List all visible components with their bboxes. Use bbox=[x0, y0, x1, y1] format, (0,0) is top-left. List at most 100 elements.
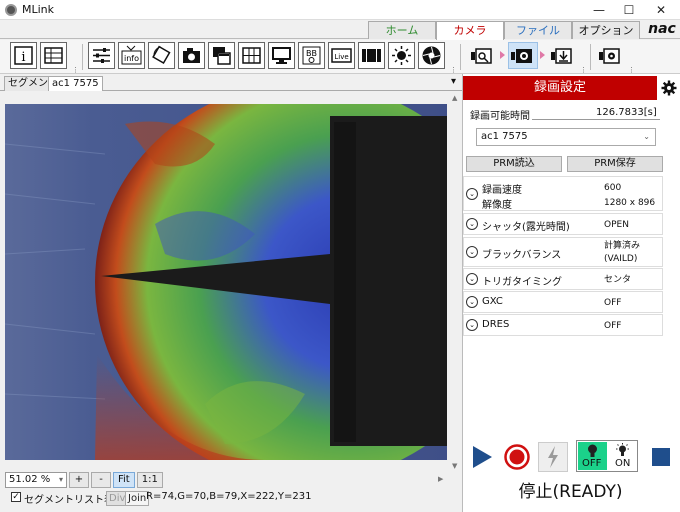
expand-icon[interactable]: ⌄ bbox=[466, 246, 478, 258]
rotate-button[interactable] bbox=[148, 42, 175, 69]
svg-text:BB: BB bbox=[306, 49, 317, 58]
scroll-up-icon[interactable]: ▲ bbox=[452, 94, 457, 102]
camera-download-button[interactable] bbox=[548, 42, 578, 69]
pixel-readout: R=74,G=70,B=79,X=222,Y=231 bbox=[146, 491, 312, 502]
flow-arrow bbox=[500, 51, 505, 59]
light-off-button[interactable]: OFF bbox=[578, 442, 607, 470]
light-on-button[interactable]: ON bbox=[608, 442, 637, 470]
multi-window-button[interactable] bbox=[208, 42, 235, 69]
svg-text:Live: Live bbox=[334, 53, 348, 61]
nac-logo: nac bbox=[648, 21, 676, 37]
scroll-down-icon[interactable]: ▼ bbox=[452, 462, 457, 470]
zoom-out-button[interactable]: - bbox=[91, 472, 111, 488]
tab-options[interactable]: オプション bbox=[572, 21, 640, 39]
tab-camera[interactable]: カメラ bbox=[436, 21, 504, 40]
zoom-fit-button[interactable]: Fit bbox=[113, 472, 135, 488]
status-row: ✓ セグメントリスト表示 Div4 Join R=74,G=70,B=79,X=… bbox=[0, 489, 462, 507]
bulb-off-icon bbox=[588, 444, 597, 457]
multi-window-icon bbox=[213, 47, 231, 65]
app-icon bbox=[5, 4, 17, 16]
trigger-button[interactable] bbox=[538, 442, 568, 472]
camera-settings-icon bbox=[599, 47, 620, 64]
scroll-right-icon[interactable]: ▶ bbox=[438, 475, 443, 483]
tab-file[interactable]: ファイル bbox=[504, 21, 572, 39]
table-button[interactable] bbox=[40, 42, 67, 69]
camera-record-button[interactable] bbox=[508, 42, 538, 69]
prop-trigger-timing[interactable]: ⌄ トリガタイミング センタ bbox=[463, 268, 663, 290]
stop-button[interactable] bbox=[646, 442, 676, 472]
lightning-icon bbox=[548, 446, 558, 468]
prm-load-button[interactable]: PRM読込 bbox=[466, 156, 562, 172]
expand-icon[interactable]: ⌄ bbox=[466, 319, 478, 331]
grid-button[interactable] bbox=[238, 42, 265, 69]
maximize-button[interactable]: ☐ bbox=[614, 0, 644, 20]
panel-settings-button[interactable] bbox=[659, 76, 679, 100]
snapshot-button[interactable] bbox=[178, 42, 205, 69]
prop-value: OPEN bbox=[604, 220, 629, 230]
svg-text:i: i bbox=[21, 50, 25, 65]
info-panel-button[interactable]: info bbox=[118, 42, 145, 69]
tab-home[interactable]: ホーム bbox=[368, 21, 436, 39]
camera-state: 停止(READY) bbox=[518, 482, 623, 502]
flow-arrow bbox=[540, 51, 545, 59]
prop-gxc[interactable]: ⌄ GXC OFF bbox=[463, 291, 663, 313]
camera-frame-image bbox=[5, 104, 447, 460]
expand-icon[interactable]: ⌄ bbox=[466, 188, 478, 200]
segment-list-checkbox[interactable]: ✓ bbox=[11, 492, 21, 502]
camera-search-button[interactable] bbox=[468, 42, 498, 69]
expand-icon[interactable]: ⌄ bbox=[466, 273, 478, 285]
prop-shutter[interactable]: ⌄ シャッタ(露光時間) OPEN bbox=[463, 213, 663, 235]
record-icon bbox=[504, 444, 530, 470]
info-button[interactable]: i bbox=[10, 42, 37, 69]
monitor-icon bbox=[272, 47, 291, 64]
camera-select-value: ac1 7575 bbox=[481, 131, 528, 142]
brightness-button[interactable] bbox=[388, 42, 415, 69]
record-button[interactable] bbox=[502, 442, 532, 472]
close-button[interactable]: ✕ bbox=[646, 0, 676, 20]
zoom-in-button[interactable]: + bbox=[69, 472, 89, 488]
image-viewer[interactable] bbox=[5, 104, 447, 460]
prm-save-button[interactable]: PRM保存 bbox=[567, 156, 663, 172]
live-button[interactable]: Live bbox=[328, 42, 355, 69]
viewer-horizontal-scrollbar[interactable]: ▶ bbox=[158, 474, 448, 486]
tab-segment-ac1[interactable]: ac1 7575 bbox=[48, 76, 103, 91]
record-time-underline bbox=[532, 119, 660, 120]
prop-name: 録画速度 bbox=[482, 185, 522, 196]
light-toggle: OFF ON bbox=[576, 440, 638, 472]
table-icon bbox=[44, 47, 63, 64]
record-time-value: 126.7833[s] bbox=[596, 107, 657, 118]
shutter-button[interactable] bbox=[418, 42, 445, 69]
bb-icon: BB bbox=[302, 46, 321, 65]
prop-name: DRES bbox=[482, 319, 510, 330]
camera-select[interactable]: ac1 7575 ⌄ bbox=[476, 128, 656, 146]
camera-settings-button[interactable] bbox=[596, 42, 626, 69]
camera-download-icon bbox=[551, 47, 572, 64]
expand-icon[interactable]: ⌄ bbox=[466, 296, 478, 308]
play-button[interactable] bbox=[467, 442, 497, 472]
prop-frame-rate[interactable]: ⌄ 録画速度 600 解像度 1280 x 896 bbox=[463, 176, 663, 211]
adjust-button[interactable] bbox=[88, 42, 115, 69]
segment-menu-button[interactable]: ▾ bbox=[451, 76, 456, 87]
rotate-icon bbox=[152, 45, 171, 65]
black-balance-button[interactable]: BB bbox=[298, 42, 325, 69]
info-panel-icon: info bbox=[121, 45, 142, 65]
prop-black-balance[interactable]: ⌄ ブラックバランス 計算済み (VAILD) bbox=[463, 237, 663, 267]
light-on-label: ON bbox=[615, 458, 631, 469]
toolbar-separator bbox=[460, 44, 461, 70]
filmstrip-button[interactable] bbox=[358, 42, 385, 69]
gear-icon bbox=[661, 80, 677, 96]
viewer-vertical-scrollbar[interactable]: ▲ ▼ bbox=[450, 92, 461, 472]
minimize-button[interactable]: — bbox=[584, 0, 614, 20]
zoom-1to1-button[interactable]: 1:1 bbox=[136, 472, 163, 488]
prop-dres[interactable]: ⌄ DRES OFF bbox=[463, 314, 663, 336]
camera-record-icon bbox=[511, 48, 532, 63]
monitor-button[interactable] bbox=[268, 42, 295, 69]
expand-icon[interactable]: ⌄ bbox=[466, 218, 478, 230]
toolbar: i ⋮ info BB Live ⋮ ⋮ ⋮ bbox=[0, 40, 680, 74]
window-title: MLink bbox=[22, 3, 55, 16]
ribbon-tab-bar: ホーム カメラ ファイル オプション bbox=[0, 20, 680, 40]
prop-value: OFF bbox=[604, 321, 622, 331]
toolbar-group-dots: ⋮ bbox=[450, 66, 457, 74]
filmstrip-icon bbox=[362, 49, 381, 62]
zoom-select[interactable]: 51.02 % ▾ bbox=[5, 472, 67, 488]
